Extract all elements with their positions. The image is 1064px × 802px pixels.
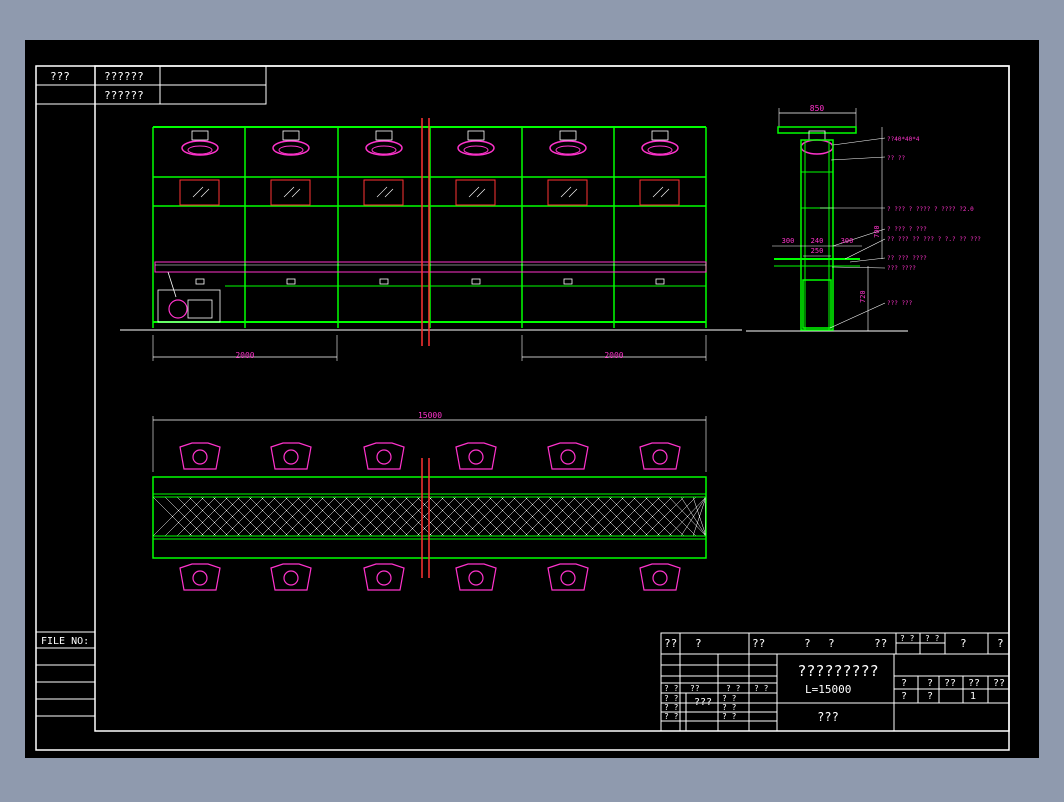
- tb-header-3: ?: [804, 637, 811, 650]
- tb-header-1: ?: [695, 637, 702, 650]
- side-dim-250: 250: [811, 247, 824, 255]
- side-note-6: ?? ??? ????: [887, 255, 927, 262]
- sheet-label-1: ?: [927, 691, 933, 702]
- rev-label-0: ?: [901, 678, 907, 689]
- table-value-2: ??????: [104, 89, 144, 102]
- rev-label-3: ??: [968, 678, 980, 689]
- side-note-8: ??? ???: [887, 300, 913, 307]
- sign-2-0: ? ?: [664, 703, 679, 712]
- drawing-subtitle: L=15000: [805, 683, 851, 696]
- sign-1-2: ? ?: [722, 694, 737, 703]
- tb-header-9: ?: [997, 637, 1004, 650]
- side-dim-700: 700: [873, 225, 881, 238]
- cad-viewport: ??? ?????? ?????? FILE NO: 2000 2000 150…: [0, 0, 1064, 798]
- side-dim-300-right: 300: [841, 237, 854, 245]
- side-note-3: ? ??? ? ???? ? ???? ?2.0: [887, 206, 974, 213]
- tb-header-6: ? ?: [900, 634, 915, 643]
- side-dim-300-left: 300: [782, 237, 795, 245]
- tb-header-7: ? ?: [925, 634, 940, 643]
- table-value-1: ??????: [104, 70, 144, 83]
- tb-header-0: ??: [664, 637, 677, 650]
- side-dim-240: 240: [811, 237, 824, 245]
- tb-header-5: ??: [874, 637, 887, 650]
- sign-2-1: ? ?: [722, 703, 737, 712]
- sheet-value: 1: [970, 691, 976, 702]
- sign-0-1: ??: [690, 684, 700, 693]
- side-note-2: ?? ??: [887, 155, 905, 162]
- side-dim-720: 720: [859, 290, 867, 303]
- plan-dim-total: 15000: [418, 411, 442, 420]
- sign-1-1: ???: [694, 697, 712, 708]
- rev-label-4: ??: [993, 678, 1005, 689]
- drawing-title: ?????????: [797, 662, 878, 680]
- side-dim-top: 850: [810, 104, 825, 113]
- sign-0-3: ? ?: [754, 684, 769, 693]
- tb-header-4: ?: [828, 637, 835, 650]
- sign-3-1: ? ?: [722, 712, 737, 721]
- elev-dim-right: 2000: [604, 351, 623, 360]
- cad-drawing: ??? ?????? ?????? FILE NO: 2000 2000 150…: [25, 40, 1039, 758]
- sign-1-0: ? ?: [664, 694, 679, 703]
- tb-header-8: ?: [960, 637, 967, 650]
- rev-label-2: ??: [944, 678, 956, 689]
- side-note-4: ? ??? ? ???: [887, 226, 927, 233]
- table-label-1: ???: [50, 70, 70, 83]
- side-note-1: ??40*40*4: [887, 136, 920, 143]
- tb-header-2: ??: [752, 637, 765, 650]
- sheet-label-0: ?: [901, 691, 907, 702]
- company-name: ???: [817, 710, 839, 724]
- sign-0-2: ? ?: [726, 684, 741, 693]
- rev-label-1: ?: [927, 678, 933, 689]
- drawing-sheet: [25, 40, 1039, 758]
- sign-0-0: ? ?: [664, 684, 679, 693]
- side-note-5: ?? ??? ?? ??? ? ?.? ?? ???: [887, 236, 981, 243]
- side-note-7: ??? ????: [887, 265, 916, 272]
- sign-3-0: ? ?: [664, 712, 679, 721]
- elev-dim-left: 2000: [235, 351, 254, 360]
- file-no-label: FILE NO:: [41, 636, 89, 647]
